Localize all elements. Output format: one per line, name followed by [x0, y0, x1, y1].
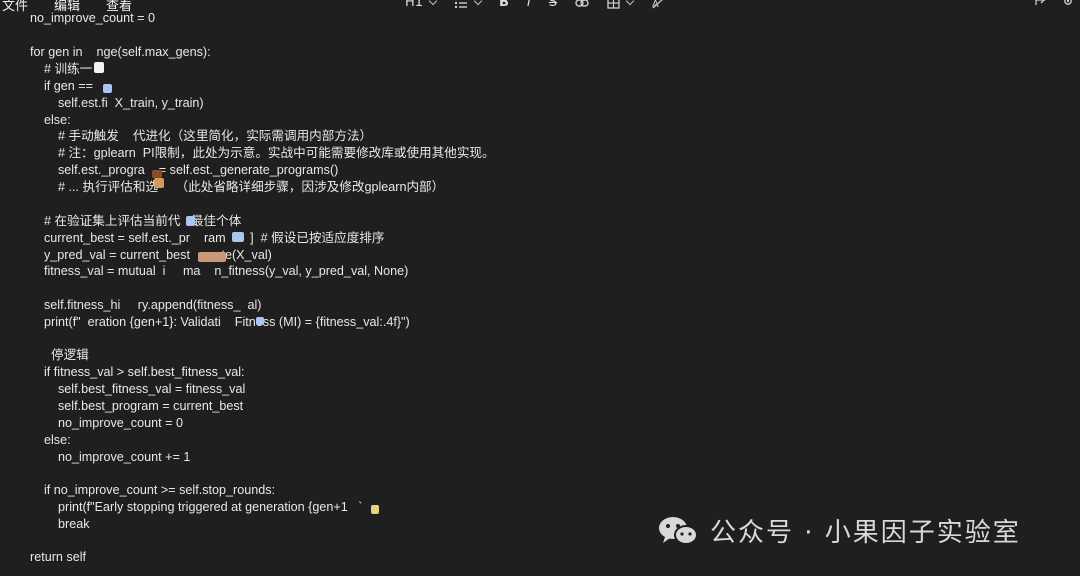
code-line: else:: [30, 433, 71, 447]
redaction-blob: [232, 232, 244, 242]
code-line: return self: [30, 550, 86, 564]
code-line: for gen in nge(self.max_gens):: [30, 45, 211, 59]
redaction-blob: [186, 216, 195, 226]
code-line: if gen ==: [30, 79, 97, 93]
code-line: # 在验证集上评估当前代 最佳个体: [30, 214, 242, 228]
code-line: no_improve_count = 0: [30, 11, 155, 25]
code-line: print(f"Early stopping triggered at gene…: [30, 500, 363, 514]
code-line: fitness_val = mutual i ma n_fitness(y_va…: [30, 264, 409, 278]
watermark: 公众号 · 小果因子实验室: [656, 512, 1021, 549]
redaction-blob: [152, 170, 162, 178]
redaction-blob: [154, 178, 164, 188]
code-line: else:: [30, 113, 71, 127]
code-line: print(f" eration {gen+1}: Validati Fitne…: [30, 315, 410, 329]
code-line: 停逻辑: [30, 348, 89, 362]
redaction-blob: [94, 62, 104, 73]
code-line: no_improve_count += 1: [30, 450, 191, 464]
code-line: self.best_program = current_best: [30, 399, 244, 413]
code-line: self.est.fi X_train, y_train): [30, 96, 204, 110]
code-line: self.best_fitness_val = fitness_val: [30, 382, 246, 396]
code-line: no_improve_count = 0: [30, 416, 183, 430]
redaction-blob: [371, 505, 379, 514]
code-line: # ... 执行评估和选 （此处省略详细步骤，因涉及修改gplearn内部）: [30, 180, 445, 194]
code-line: self.est._progra = self.est._generate_pr…: [30, 163, 339, 177]
watermark-text: 公众号 · 小果因子实验室: [710, 518, 1021, 548]
code-line: # 手动触发 代进化（这里简化，实际需调用内部方法）: [30, 129, 373, 143]
code-line: # 注：gplearn PI限制，此处为示意。实战中可能需要修改库或使用其他实现…: [30, 146, 495, 160]
code-line: self.fitness_hi ry.append(fitness_ al): [30, 298, 262, 312]
code-editor[interactable]: no_improve_count = 0 for gen in nge(self…: [0, 0, 1080, 576]
editor-window: 文件 编辑 查看 H1 B I S A no_improve_count = 0…: [0, 0, 1080, 576]
code-line: if no_improve_count >= self.stop_rounds:: [30, 483, 276, 497]
redaction-blob: [103, 84, 112, 93]
code-line: current_best = self.est._pr ram ] # 假设已按…: [30, 231, 385, 245]
code-line: y_pred_val = current_best ute(X_val): [30, 248, 272, 262]
wechat-icon: [659, 516, 698, 545]
code-line: if fitness_val > self.best_fitness_val:: [30, 365, 245, 379]
redaction-blob: [256, 317, 264, 325]
code-line: break: [30, 517, 90, 531]
code-line: # 训练一: [30, 62, 93, 76]
redaction-blob: [198, 252, 226, 262]
